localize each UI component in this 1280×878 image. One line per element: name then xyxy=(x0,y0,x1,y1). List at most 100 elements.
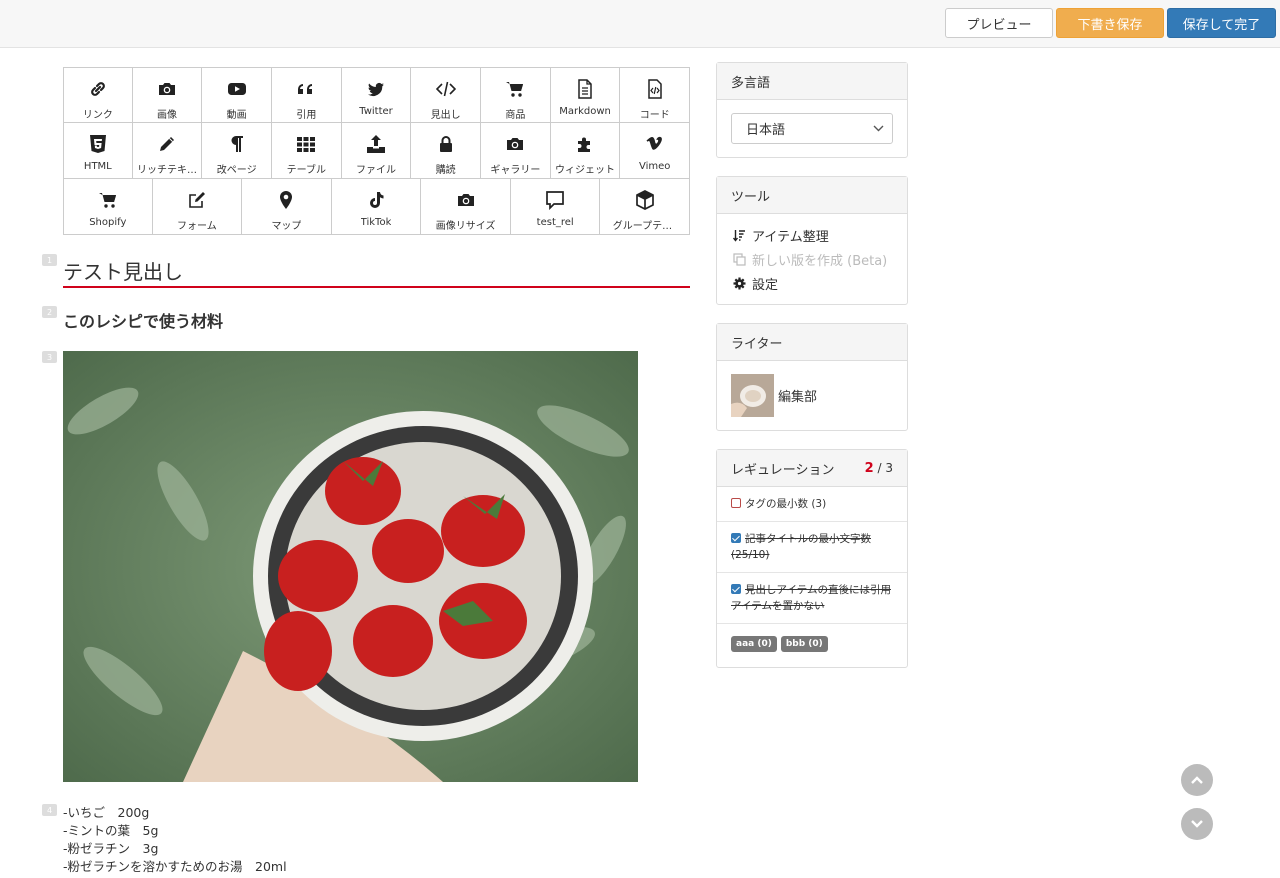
unit-number[interactable]: 2 xyxy=(42,306,57,318)
language-selected: 日本語 xyxy=(746,123,786,138)
sort-icon xyxy=(733,229,745,242)
tool-subscribe[interactable]: 購読 xyxy=(411,123,482,179)
ingredient-line: -粉ゼラチン 3g xyxy=(63,841,159,856)
ingredient-line: -ミントの葉 5g xyxy=(63,823,159,838)
tiktok-icon xyxy=(365,189,387,211)
panel-title: ライター xyxy=(717,324,907,361)
tool-image-resize[interactable]: 画像リサイズ xyxy=(421,179,511,235)
tool-vimeo[interactable]: Vimeo xyxy=(620,123,691,179)
regulation-count: 2 / 3 xyxy=(864,460,893,476)
link-icon xyxy=(87,78,109,100)
tool-link[interactable]: リンク xyxy=(63,67,133,123)
tool-quote[interactable]: 引用 xyxy=(272,67,342,123)
tool-gallery[interactable]: ギャラリー xyxy=(481,123,551,179)
tool-test-rel[interactable]: test_rel xyxy=(510,179,601,235)
unit-number[interactable]: 4 xyxy=(42,804,57,816)
checked-box-icon xyxy=(731,584,741,594)
tag-badge[interactable]: bbb (0) xyxy=(780,636,828,652)
ingredients-text[interactable]: -いちご 200g -ミントの葉 5g -粉ゼラチン 3g -粉ゼラチンを溶かす… xyxy=(63,804,287,876)
edit-icon xyxy=(186,189,208,211)
tool-form[interactable]: フォーム xyxy=(152,179,243,235)
unit-toolbar: リンク 画像 動画 引用 Twitter 見出し 商品 Markdown コード… xyxy=(63,67,691,235)
preview-button[interactable]: プレビュー xyxy=(945,8,1053,38)
tool-twitter[interactable]: Twitter xyxy=(341,67,412,123)
tool-html[interactable]: HTML xyxy=(63,123,133,179)
lock-icon xyxy=(435,133,457,155)
youtube-icon xyxy=(226,78,248,100)
chevron-down-icon xyxy=(1191,820,1203,828)
unchecked-box-icon xyxy=(731,498,741,508)
cart-icon xyxy=(504,78,526,100)
heading-unit[interactable]: テスト見出し xyxy=(63,256,690,288)
camera-icon xyxy=(504,133,526,155)
avatar xyxy=(731,374,774,417)
cube-icon xyxy=(634,189,656,211)
tool-file[interactable]: ファイル xyxy=(341,123,412,179)
regulation-item: 記事タイトルの最小文字数 (25/10) xyxy=(717,522,907,573)
tool-map[interactable]: マップ xyxy=(242,179,332,235)
code-file-icon xyxy=(644,78,666,100)
upload-icon xyxy=(365,133,387,155)
tool-markdown[interactable]: Markdown xyxy=(550,67,621,123)
camera-icon xyxy=(455,189,477,211)
gear-icon xyxy=(733,277,746,289)
tool-heading[interactable]: 見出し xyxy=(411,67,482,123)
tool-widget[interactable]: ウィジェット xyxy=(550,123,621,179)
subheading-unit[interactable]: このレシピで使う材料 xyxy=(63,308,223,332)
strawberry-photo[interactable] xyxy=(63,351,638,782)
tool-video[interactable]: 動画 xyxy=(202,67,273,123)
tool-tiktok[interactable]: TikTok xyxy=(331,179,422,235)
paragraph-icon xyxy=(226,133,248,155)
regulation-header: レギュレーション 2 / 3 xyxy=(717,450,907,487)
unit-number[interactable]: 3 xyxy=(42,351,57,363)
map-pin-icon xyxy=(275,189,297,211)
tool-product[interactable]: 商品 xyxy=(481,67,551,123)
tools-panel: ツール アイテム整理 新しい版を作成 (Beta) 設定 xyxy=(716,176,908,305)
cart-icon xyxy=(97,189,119,211)
tag-badge[interactable]: aaa (0) xyxy=(731,636,777,652)
organize-items-button[interactable]: アイテム整理 xyxy=(717,223,907,247)
tag-list: aaa (0) bbb (0) xyxy=(717,624,907,666)
settings-button[interactable]: 設定 xyxy=(717,271,907,295)
ingredient-line: -いちご 200g xyxy=(63,805,150,820)
scroll-up-button[interactable] xyxy=(1181,764,1213,796)
chevron-up-icon xyxy=(1191,776,1203,784)
writer-name[interactable]: 編集部 xyxy=(778,386,817,405)
copy-icon xyxy=(733,252,746,266)
panel-title: レギュレーション xyxy=(731,462,835,478)
tool-code[interactable]: コード xyxy=(620,67,691,123)
tool-pagebreak[interactable]: 改ページ xyxy=(202,123,273,179)
ingredient-line: -粉ゼラチンを溶かすためのお湯 20ml xyxy=(63,859,287,874)
writer-panel: ライター 編集部 xyxy=(716,323,908,431)
tool-group-test[interactable]: グループテスト xyxy=(600,179,691,235)
html5-icon xyxy=(87,133,109,155)
document-icon xyxy=(574,78,596,100)
regulation-panel: レギュレーション 2 / 3 タグの最小数 (3) 記事タイトルの最小文字数 (… xyxy=(716,449,908,668)
tool-table[interactable]: テーブル xyxy=(272,123,342,179)
regulation-item: タグの最小数 (3) xyxy=(717,487,907,522)
table-grid-icon xyxy=(295,133,317,155)
chevron-down-icon xyxy=(873,125,884,131)
tool-richtext[interactable]: リッチテキ… xyxy=(132,123,203,179)
twitter-icon xyxy=(365,78,387,100)
checked-box-icon xyxy=(731,533,741,543)
pencil-icon xyxy=(156,133,178,155)
code-brackets-icon xyxy=(435,78,457,100)
top-bar: プレビュー 下書き保存 保存して完了 xyxy=(0,0,1280,48)
tool-shopify[interactable]: Shopify xyxy=(63,179,153,235)
regulation-item: 見出しアイテムの直後には引用アイテムを置かない xyxy=(717,573,907,624)
comment-icon xyxy=(544,189,566,211)
puzzle-icon xyxy=(574,133,596,155)
unit-number[interactable]: 1 xyxy=(42,254,57,266)
vimeo-icon xyxy=(644,133,666,155)
quote-icon xyxy=(295,78,317,100)
language-panel: 多言語 日本語 xyxy=(716,62,908,158)
new-version-button[interactable]: 新しい版を作成 (Beta) xyxy=(717,247,907,271)
tool-image[interactable]: 画像 xyxy=(132,67,203,123)
scroll-down-button[interactable] xyxy=(1181,808,1213,840)
panel-title: ツール xyxy=(717,177,907,214)
save-complete-button[interactable]: 保存して完了 xyxy=(1167,8,1276,38)
draft-save-button[interactable]: 下書き保存 xyxy=(1056,8,1164,38)
panel-title: 多言語 xyxy=(717,63,907,100)
language-select[interactable]: 日本語 xyxy=(731,113,893,144)
